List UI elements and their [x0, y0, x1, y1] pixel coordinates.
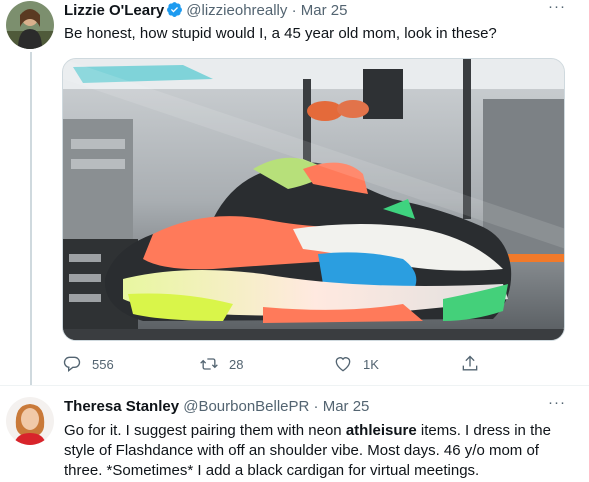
tweet-text-bold: athleisure [345, 422, 417, 439]
sneaker-photo [63, 59, 564, 340]
tweet-image[interactable] [62, 58, 565, 341]
reply-icon [63, 356, 81, 373]
tweet-text: Go for it. I suggest pairing them with n… [64, 421, 564, 481]
author-handle[interactable]: @BourbonBellePR [183, 398, 309, 415]
author-name[interactable]: Lizzie O'Leary [64, 2, 164, 19]
retweet-icon [200, 358, 218, 370]
tweet-theresa[interactable]: Theresa Stanley @BourbonBellePR · Mar 25… [0, 386, 589, 482]
verified-badge-icon [166, 1, 183, 18]
avatar[interactable] [6, 397, 54, 445]
more-icon[interactable]: ··· [547, 0, 567, 20]
retweet-count: 28 [229, 356, 244, 372]
tweet-date[interactable]: Mar 25 [323, 398, 370, 415]
thread-line [30, 52, 32, 386]
reply-count: 556 [92, 356, 114, 372]
more-icon[interactable]: ··· [547, 395, 567, 416]
separator-dot: · [313, 398, 319, 415]
reply-button[interactable]: 556 [62, 352, 114, 376]
like-button[interactable]: 1K [333, 352, 379, 376]
like-count: 1K [363, 356, 379, 372]
share-icon [462, 355, 478, 371]
retweet-button[interactable]: 28 [199, 352, 243, 376]
tweet-text-part: Go for it. I suggest pairing them with n… [64, 422, 346, 439]
author-handle[interactable]: @lizzieohreally [186, 2, 287, 19]
tweet-text: Be honest, how stupid would I, a 45 year… [64, 25, 497, 42]
tweet-header: Theresa Stanley @BourbonBellePR · Mar 25 [64, 397, 369, 417]
share-button[interactable] [460, 352, 480, 376]
tweet-actions: 556 28 1K [62, 352, 482, 376]
author-name[interactable]: Theresa Stanley [64, 398, 179, 415]
tweet-lizzie[interactable]: Lizzie O'Leary @lizzieohreally · Mar 25 ·… [0, 0, 589, 386]
separator-dot: · [291, 2, 297, 19]
tweet-header: Lizzie O'Leary @lizzieohreally · Mar 25 [64, 1, 347, 21]
tweet-date[interactable]: Mar 25 [301, 2, 348, 19]
like-icon [335, 357, 351, 372]
avatar[interactable] [6, 1, 54, 49]
